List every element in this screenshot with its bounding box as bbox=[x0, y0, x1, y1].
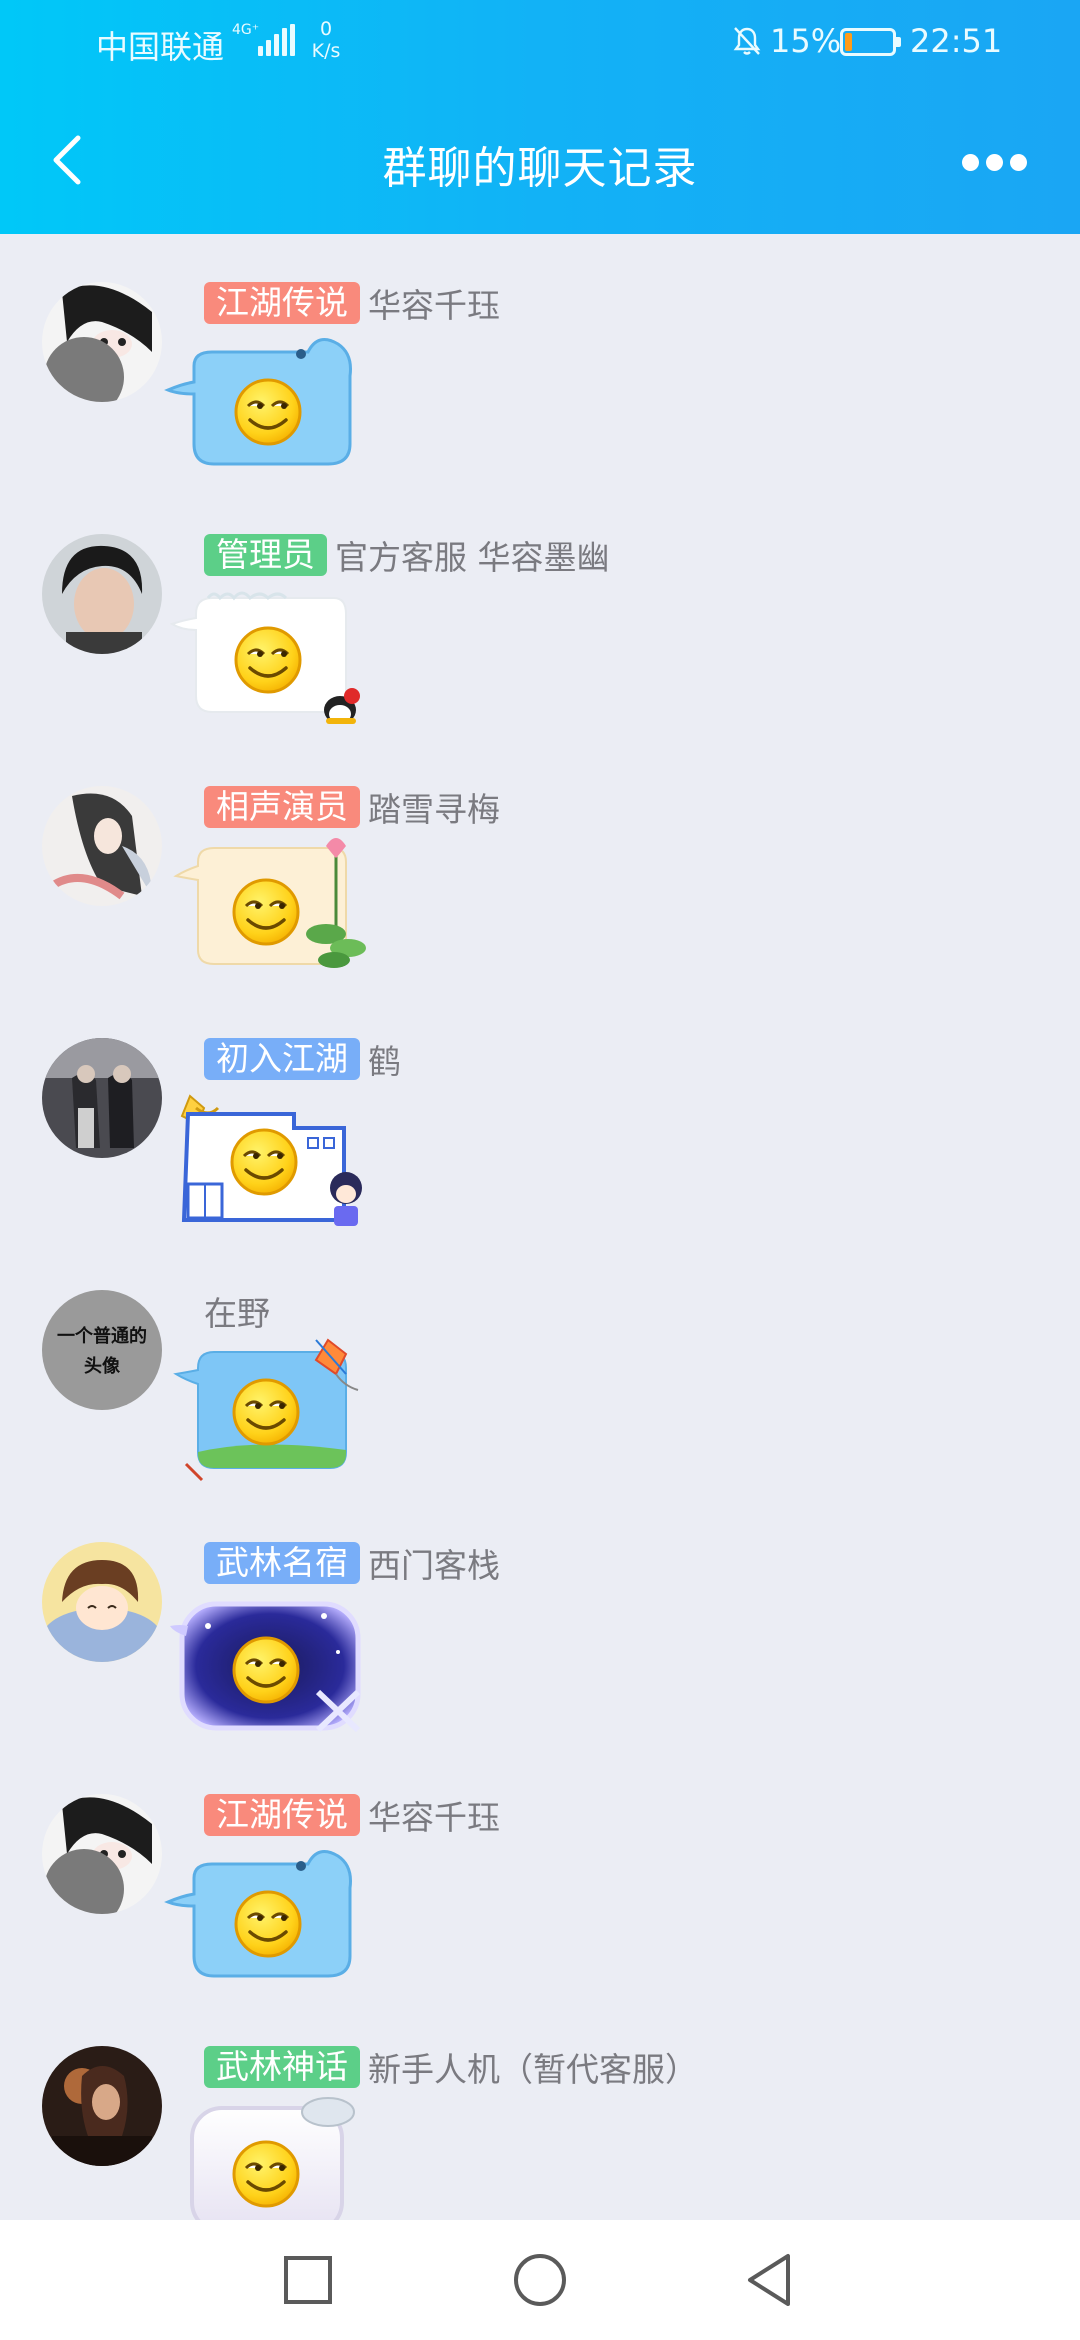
sender-line: 管理员 官方客服 华容墨幽 bbox=[204, 531, 610, 579]
message-item: 初入江湖 鹤 bbox=[0, 1038, 1080, 1288]
sender-name[interactable]: 踏雪寻梅 bbox=[368, 783, 500, 831]
avatar[interactable] bbox=[42, 2046, 162, 2166]
battery-icon bbox=[840, 28, 901, 56]
message-item: 江湖传说 华容千珏 bbox=[0, 1794, 1080, 2044]
square-recent-icon[interactable] bbox=[268, 2240, 348, 2320]
sender-name[interactable]: 华容千珏 bbox=[368, 279, 500, 327]
sender-line: 武林神话 新手人机（暂代客服） bbox=[204, 2043, 698, 2091]
more-dots-icon[interactable] bbox=[960, 140, 1030, 180]
sender-line: 在野 bbox=[204, 1287, 270, 1335]
message-bubble[interactable] bbox=[168, 584, 368, 724]
battery-fill bbox=[845, 33, 853, 51]
avatar[interactable] bbox=[42, 1794, 162, 1914]
sender-name[interactable]: 新手人机（暂代客服） bbox=[368, 2043, 698, 2091]
sender-line: 江湖传说 华容千珏 bbox=[204, 279, 500, 327]
clock: 22:51 bbox=[910, 22, 1003, 60]
avatar-text-2: 头像 bbox=[84, 1356, 121, 1377]
message-bubble[interactable] bbox=[168, 1088, 368, 1228]
avatar[interactable] bbox=[42, 1038, 162, 1158]
avatar[interactable] bbox=[42, 534, 162, 654]
avatar-text-1: 一个普通的 bbox=[57, 1325, 147, 1347]
message-item: 相声演员 踏雪寻梅 bbox=[0, 786, 1080, 1036]
sender-line: 武林名宿 西门客栈 bbox=[204, 1539, 500, 1587]
triangle-back-icon[interactable] bbox=[730, 2240, 810, 2320]
rank-badge: 初入江湖 bbox=[204, 1038, 360, 1080]
sender-line: 江湖传说 华容千珏 bbox=[204, 1791, 500, 1839]
message-item: 江湖传说 华容千珏 bbox=[0, 282, 1080, 532]
circle-home-icon[interactable] bbox=[500, 2240, 580, 2320]
sender-name[interactable]: 西门客栈 bbox=[368, 1539, 500, 1587]
speed-value: 0 bbox=[319, 18, 333, 40]
title-bar: 群聊的聊天记录 bbox=[0, 100, 1080, 220]
message-bubble[interactable] bbox=[168, 1592, 368, 1733]
message-bubble[interactable] bbox=[168, 2096, 368, 2236]
sender-name[interactable]: 鹤 bbox=[368, 1035, 401, 1083]
sender-line: 初入江湖 鹤 bbox=[204, 1035, 401, 1083]
rank-badge: 武林名宿 bbox=[204, 1542, 360, 1584]
rank-badge: 管理员 bbox=[204, 534, 327, 576]
avatar[interactable] bbox=[42, 786, 162, 906]
signal-icon bbox=[258, 24, 298, 56]
sender-name[interactable]: 在野 bbox=[204, 1287, 270, 1335]
message-bubble[interactable] bbox=[168, 836, 368, 976]
rank-badge: 江湖传说 bbox=[204, 282, 360, 324]
app-header: 中国联通 4G⁺ 0 K/s 15% 22:51 群聊的聊天记录 bbox=[0, 0, 1080, 234]
rank-badge: 武林神话 bbox=[204, 2046, 360, 2088]
rank-badge: 江湖传说 bbox=[204, 1794, 360, 1836]
rank-badge: 相声演员 bbox=[204, 786, 360, 828]
status-bar: 中国联通 4G⁺ 0 K/s 15% 22:51 bbox=[0, 0, 1080, 86]
bell-mute-icon bbox=[733, 27, 761, 55]
message-item: 一个普通的 头像 在野 bbox=[0, 1290, 1080, 1540]
avatar[interactable]: 一个普通的 头像 bbox=[42, 1290, 162, 1410]
message-bubble[interactable] bbox=[168, 1338, 368, 1482]
speed-unit: K/s bbox=[311, 40, 341, 62]
network-speed: 0 K/s bbox=[306, 18, 346, 62]
avatar[interactable] bbox=[42, 1542, 162, 1662]
network-type: 4G⁺ bbox=[232, 22, 260, 38]
sender-line: 相声演员 踏雪寻梅 bbox=[204, 783, 500, 831]
sender-name[interactable]: 华容千珏 bbox=[368, 1791, 500, 1839]
avatar[interactable] bbox=[42, 282, 162, 402]
sender-name[interactable]: 官方客服 华容墨幽 bbox=[335, 531, 610, 579]
system-nav-bar bbox=[0, 2220, 1080, 2340]
message-bubble[interactable] bbox=[164, 332, 368, 472]
message-item: 管理员 官方客服 华容墨幽 bbox=[0, 534, 1080, 784]
battery-percent: 15% bbox=[770, 22, 842, 60]
message-bubble[interactable] bbox=[164, 1844, 368, 1984]
message-item: 武林名宿 西门客栈 bbox=[0, 1542, 1080, 1792]
carrier-name: 中国联通 bbox=[96, 28, 225, 66]
page-title: 群聊的聊天记录 bbox=[382, 143, 698, 194]
